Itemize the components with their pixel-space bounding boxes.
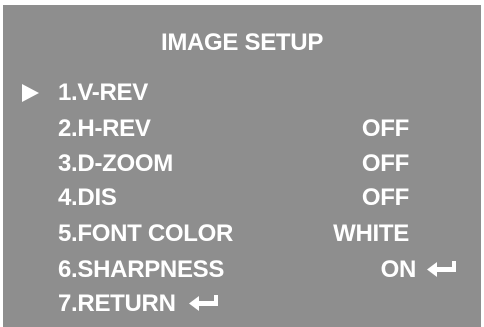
menu-item-value: OFF xyxy=(361,150,409,177)
menu-item-d-zoom[interactable]: 3.D-ZOOM OFF xyxy=(3,147,481,181)
menu-item-font-color[interactable]: 5.FONT COLOR WHITE xyxy=(3,217,481,251)
menu-item-label-group: 7.RETURN xyxy=(58,287,218,321)
menu-item-h-rev[interactable]: 2.H-REV OFF xyxy=(3,112,481,146)
enter-return-arrow-icon xyxy=(188,295,218,311)
menu-item-return[interactable]: 7.RETURN xyxy=(3,287,481,321)
menu-item-value: OFF xyxy=(361,115,409,142)
enter-return-arrow-icon xyxy=(427,261,456,277)
right-triangle-icon xyxy=(22,84,39,102)
menu-item-value: OFF xyxy=(361,184,409,211)
menu-item-dis[interactable]: 4.DIS OFF xyxy=(3,181,481,215)
osd-menu-panel: IMAGE SETUP 1.V-REV 2.H-REV OFF 3.D-ZOOM… xyxy=(3,5,481,327)
menu-item-value: WHITE xyxy=(333,220,409,247)
menu-item-label: 4.DIS xyxy=(58,184,117,211)
menu-item-label: 1.V-REV xyxy=(58,79,148,106)
menu-item-v-rev[interactable]: 1.V-REV xyxy=(3,76,481,110)
menu-item-label: 2.H-REV xyxy=(58,115,151,142)
menu-item-label: 7.RETURN xyxy=(58,290,176,317)
menu-item-value: ON xyxy=(380,256,417,283)
menu-title: IMAGE SETUP xyxy=(160,29,324,56)
menu-item-label: 3.D-ZOOM xyxy=(58,150,173,177)
menu-item-value-group: ON xyxy=(381,253,456,287)
menu-item-label: 5.FONT COLOR xyxy=(58,220,234,247)
menu-item-label: 6.SHARPNESS xyxy=(58,256,225,283)
menu-item-sharpness[interactable]: 6.SHARPNESS ON xyxy=(3,253,481,287)
